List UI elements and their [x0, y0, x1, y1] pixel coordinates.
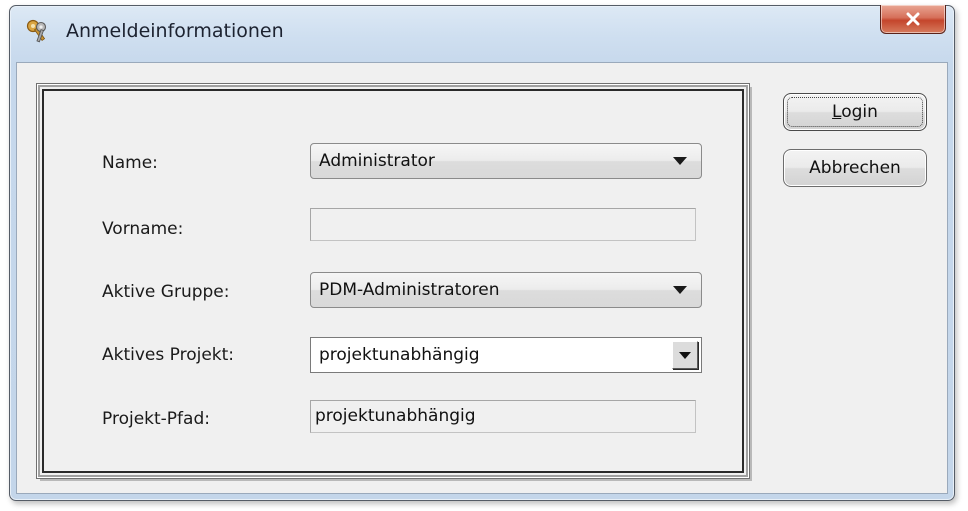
close-icon	[906, 12, 920, 26]
pfad-label: Projekt-Pfad:	[102, 409, 210, 429]
cancel-button-label: Abbrechen	[809, 158, 901, 178]
name-dropdown-value: Administrator	[319, 151, 435, 171]
login-form-panel-inner: Name: Administrator Vorname: Aktive Grup…	[42, 89, 744, 473]
chevron-down-icon	[673, 286, 687, 294]
login-button[interactable]: Login	[783, 93, 927, 131]
login-button-label: Login	[832, 102, 878, 122]
chevron-down-icon	[673, 157, 687, 165]
login-form-panel: Name: Administrator Vorname: Aktive Grup…	[37, 84, 749, 478]
gruppe-label: Aktive Gruppe:	[102, 282, 230, 302]
gruppe-dropdown[interactable]: PDM-Administratoren	[310, 272, 702, 308]
dialog-client-area: Name: Administrator Vorname: Aktive Grup…	[16, 62, 948, 494]
name-label: Name:	[102, 153, 158, 173]
gruppe-dropdown-value: PDM-Administratoren	[319, 280, 500, 300]
chevron-down-icon	[679, 351, 691, 359]
keys-icon	[26, 19, 47, 43]
pfad-field: projektunabhängig	[310, 400, 696, 433]
window-title: Anmeldeinformationen	[66, 20, 284, 42]
vorname-field[interactable]	[310, 208, 696, 241]
cancel-button[interactable]: Abbrechen	[783, 149, 927, 187]
close-button[interactable]	[880, 5, 946, 34]
projekt-dropdown-button[interactable]	[672, 341, 698, 369]
projekt-dropdown[interactable]: projektunabhängig	[310, 337, 702, 373]
vorname-label: Vorname:	[102, 219, 184, 239]
login-dialog-window: Anmeldeinformationen Name: Administrator…	[9, 5, 955, 501]
projekt-dropdown-value: projektunabhängig	[319, 345, 480, 365]
projekt-label: Aktives Projekt:	[102, 345, 235, 365]
name-dropdown[interactable]: Administrator	[310, 143, 702, 179]
